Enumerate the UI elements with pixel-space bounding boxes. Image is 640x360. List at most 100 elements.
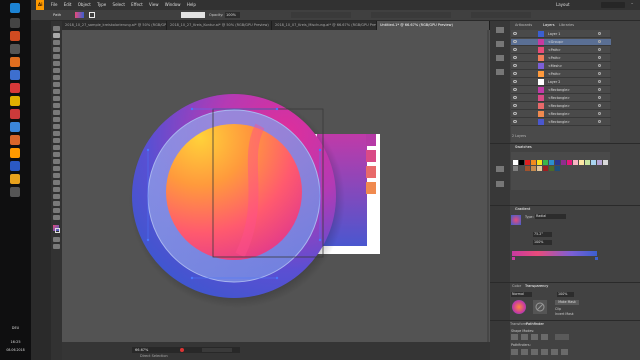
layer-name[interactable]: <Mesh>	[548, 63, 562, 69]
tab-transparency[interactable]: Transparency	[522, 283, 551, 290]
layer-name[interactable]: Layer 1	[548, 31, 560, 37]
gradient-stop-2[interactable]	[595, 257, 598, 260]
artwork[interactable]	[62, 30, 490, 342]
color-swatch[interactable]	[549, 160, 554, 165]
pen-tool-icon[interactable]	[53, 54, 60, 59]
layer-name[interactable]: <Rectangle>	[548, 103, 570, 109]
rotate-tool-icon[interactable]	[53, 110, 60, 115]
app-icon-orange[interactable]	[10, 57, 20, 67]
slice-tool-icon[interactable]	[53, 201, 60, 206]
minus-front-button[interactable]	[521, 334, 528, 340]
merge-button[interactable]	[531, 349, 538, 355]
color-swatch[interactable]	[525, 160, 530, 165]
visibility-eye-icon[interactable]	[513, 56, 517, 59]
stroke-color-icon[interactable]	[55, 228, 60, 233]
position-controls[interactable]	[471, 12, 531, 18]
visibility-eye-icon[interactable]	[513, 88, 517, 91]
rectangle-tool-icon[interactable]	[53, 82, 60, 87]
divide-button[interactable]	[511, 349, 518, 355]
target-circle-icon[interactable]	[598, 104, 601, 107]
layer-name[interactable]: <Rectangle>	[548, 111, 570, 117]
gradient-angle-input[interactable]: 75.2°	[533, 232, 552, 237]
menu-help[interactable]: Help	[187, 0, 196, 10]
color-swatch[interactable]	[603, 160, 608, 165]
type-tool-icon[interactable]	[53, 68, 60, 73]
visibility-eye-icon[interactable]	[513, 104, 517, 107]
color-swatch[interactable]	[513, 160, 518, 165]
minimize-button[interactable]: –	[631, 0, 633, 10]
menu-effect[interactable]: Effect	[131, 0, 143, 10]
layer-row[interactable]	[511, 47, 611, 54]
tab-document-2[interactable]: 2018_10_27_Kreis_Kontur.ai* @ 50% (RGB/G…	[167, 21, 272, 30]
start-icon[interactable]	[10, 3, 20, 13]
layer-name[interactable]: <Path>	[548, 55, 561, 61]
target-circle-icon[interactable]	[598, 72, 601, 75]
symbol-sprayer-tool-icon[interactable]	[53, 180, 60, 185]
color-swatch[interactable]	[573, 160, 578, 165]
search-icon[interactable]	[10, 18, 20, 28]
menu-select[interactable]: Select	[113, 0, 125, 10]
brushes-icon[interactable]	[496, 55, 504, 61]
gradient-preview[interactable]	[511, 215, 521, 225]
intersect-button[interactable]	[531, 334, 538, 340]
app-icon-gray[interactable]	[10, 187, 20, 197]
layer-name[interactable]: <Rectangle>	[548, 87, 570, 93]
blend-mode-select[interactable]: Normal	[511, 292, 532, 297]
color-swatch[interactable]	[519, 166, 524, 171]
scale-tool-icon[interactable]	[53, 117, 60, 122]
direct-selection-tool-icon[interactable]	[53, 33, 60, 38]
visibility-eye-icon[interactable]	[513, 112, 517, 115]
color-swatch[interactable]	[543, 166, 548, 171]
layer-row[interactable]	[511, 71, 611, 78]
app-icon-yellow[interactable]	[10, 96, 20, 106]
trim-button[interactable]	[521, 349, 528, 355]
crop-button[interactable]	[541, 349, 548, 355]
visibility-eye-icon[interactable]	[513, 48, 517, 51]
color-swatch[interactable]	[585, 160, 590, 165]
color-swatch[interactable]	[525, 166, 530, 171]
free-transform-tool-icon[interactable]	[53, 131, 60, 136]
language-indicator[interactable]: DEU	[3, 326, 28, 330]
mask-thumbnail[interactable]	[533, 300, 547, 314]
exclude-button[interactable]	[541, 334, 548, 340]
color-swatch[interactable]	[513, 166, 518, 171]
magic-wand-tool-icon[interactable]	[53, 40, 60, 45]
gradient-type-select[interactable]: Radial	[535, 214, 566, 219]
target-circle-icon[interactable]	[598, 80, 601, 83]
unite-button[interactable]	[511, 334, 518, 340]
target-circle-icon[interactable]	[598, 88, 601, 91]
color-swatch[interactable]	[579, 160, 584, 165]
align-controls[interactable]	[291, 12, 351, 18]
gradient-slider[interactable]	[512, 251, 597, 256]
target-circle-icon[interactable]	[598, 120, 601, 123]
app-icon-red-2[interactable]	[10, 109, 20, 119]
target-circle-icon[interactable]	[598, 112, 601, 115]
properties-icon[interactable]	[496, 27, 504, 33]
outline-button[interactable]	[551, 349, 558, 355]
layer-name[interactable]: <Rectangle>	[548, 95, 570, 101]
visibility-eye-icon[interactable]	[513, 72, 517, 75]
app-icon-red[interactable]	[10, 83, 20, 93]
stroke-swatch[interactable]	[89, 12, 95, 18]
shape-builder-tool-icon[interactable]	[53, 138, 60, 143]
color-swatch[interactable]	[561, 160, 566, 165]
color-swatch[interactable]	[597, 160, 602, 165]
menu-view[interactable]: View	[149, 0, 159, 10]
transparency-opacity-input[interactable]: 100%	[557, 292, 574, 297]
color-swatch[interactable]	[567, 160, 572, 165]
artboard-navigation[interactable]	[202, 348, 232, 352]
gradient-ratio-input[interactable]: 100%	[533, 240, 552, 245]
app-icon-orange-2[interactable]	[10, 135, 20, 145]
app-icon-explorer[interactable]	[10, 44, 20, 54]
blend-tool-icon[interactable]	[53, 173, 60, 178]
swatches-grid[interactable]	[511, 152, 610, 190]
invert-mask-checkbox-label[interactable]: Invert Mask	[555, 312, 574, 316]
layer-name[interactable]: <Rectangle>	[548, 119, 570, 125]
app-icon-blue-2[interactable]	[10, 122, 20, 132]
color-swatch[interactable]	[555, 160, 560, 165]
pencil-tool-icon[interactable]	[53, 96, 60, 101]
target-circle-icon[interactable]	[598, 96, 601, 99]
draw-mode-icon[interactable]	[53, 237, 60, 242]
layer-name[interactable]: <Path>	[548, 71, 561, 77]
curvature-tool-icon[interactable]	[53, 61, 60, 66]
